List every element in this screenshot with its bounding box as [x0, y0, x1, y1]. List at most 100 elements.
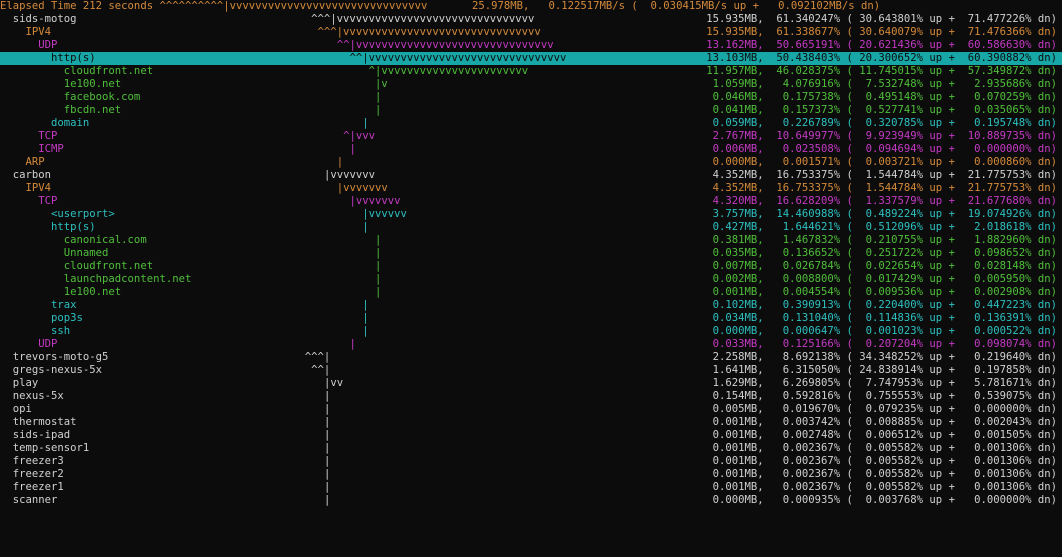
row-stats: 0.381MB, 1.467832% ( 0.210755% up + 1.88… [712, 234, 1057, 246]
row-stats: 0.041MB, 0.157373% ( 0.527741% up + 0.03… [712, 104, 1057, 116]
row-stats: 0.427MB, 1.644621% ( 0.512096% up + 2.01… [712, 221, 1057, 233]
row-usage-bar: ^|vvv [343, 130, 375, 142]
tree-row[interactable]: pop3s | 0.034MB, 0.131040% ( 0.114836% up … [0, 312, 1062, 325]
row-usage-bar: | [323, 403, 331, 415]
tree-row[interactable]: play |vv 1.629MB, 6.269805% ( 7.747953% up… [0, 377, 1062, 390]
row-stats: 0.059MB, 0.226789% ( 0.320785% up + 0.19… [712, 117, 1057, 129]
tree-row[interactable]: UDP | 0.033MB, 0.125166% ( 0.207204% up + … [0, 338, 1062, 351]
row-usage-bar: | [349, 338, 356, 350]
row-usage-bar: |v [375, 78, 388, 90]
tree-row[interactable]: IPV4 |vvvvvvv 4.352MB, 16.753375% ( 1.5447… [0, 182, 1062, 195]
tree-row[interactable]: sids-motog ^^^|vvvvvvvvvvvvvvvvvvvvvvvvvv… [0, 13, 1062, 26]
row-label: freezer2 [0, 468, 64, 480]
row-label: pop3s [0, 312, 83, 324]
row-stats: 0.000MB, 0.001571% ( 0.003721% up + 0.00… [712, 156, 1057, 168]
row-label: canonical.com [0, 234, 147, 246]
row-stats: 2.767MB, 10.649977% ( 9.923949% up + 10.… [712, 130, 1057, 142]
row-label: UDP [0, 39, 58, 51]
row-usage-bar: | [362, 299, 369, 311]
tree-row[interactable]: sids-ipad | 0.001MB, 0.002748% ( 0.006512%… [0, 429, 1062, 442]
tree-row[interactable]: freezer2 | 0.001MB, 0.002367% ( 0.005582% … [0, 468, 1062, 481]
row-stats: 3.757MB, 14.460988% ( 0.489224% up + 19.… [712, 208, 1057, 220]
row-label: http(s) [0, 221, 96, 233]
row-stats: 4.352MB, 16.753375% ( 1.544784% up + 21.… [712, 169, 1057, 181]
row-usage-bar: | [323, 390, 331, 402]
row-label: cloudfront.net [0, 260, 154, 272]
tree-row[interactable]: carbon |vvvvvvv 4.352MB, 16.753375% ( 1.54… [0, 169, 1062, 182]
tree-row[interactable]: temp-sensor1 | 0.001MB, 0.002367% ( 0.0055… [0, 442, 1062, 455]
row-label: Unnamed [0, 247, 109, 259]
tree-row[interactable]: UDP ^^|vvvvvvvvvvvvvvvvvvvvvvvvvvvvvvv 13.… [0, 39, 1062, 52]
tree-row[interactable]: http(s) ^^|vvvvvvvvvvvvvvvvvvvvvvvvvvvvvv… [0, 52, 1062, 65]
row-label: trax [0, 299, 77, 311]
row-stats: 2.258MB, 8.692138% ( 34.348252% up + 0.2… [712, 351, 1057, 363]
tree-row[interactable]: 1e100.net |v 1.059MB, 4.076916% ( 7.532748… [0, 78, 1062, 91]
tree-row[interactable]: TCP |vvvvvvv 4.320MB, 16.628209% ( 1.33757… [0, 195, 1062, 208]
row-label: temp-sensor1 [0, 442, 90, 454]
row-usage-bar: | [323, 494, 331, 506]
row-label: launchpadcontent.net [0, 273, 192, 285]
row-usage-bar: | [349, 143, 356, 155]
row-label: freezer1 [0, 481, 64, 493]
tree-row[interactable]: ICMP | 0.006MB, 0.023508% ( 0.094694% up +… [0, 143, 1062, 156]
tree-row[interactable]: fbcdn.net | 0.041MB, 0.157373% ( 0.527741%… [0, 104, 1062, 117]
row-usage-bar: |vvvvvvv [323, 169, 375, 181]
tree-row[interactable]: cloudfront.net ^|vvvvvvvvvvvvvvvvvvvvvvv 1… [0, 65, 1062, 78]
tree-row[interactable]: thermostat | 0.001MB, 0.003742% ( 0.008885… [0, 416, 1062, 429]
tree-row[interactable]: freezer1 | 0.001MB, 0.002367% ( 0.005582% … [0, 481, 1062, 494]
row-stats: 0.006MB, 0.023508% ( 0.094694% up + 0.00… [712, 143, 1057, 155]
tree-row[interactable]: ARP | 0.000MB, 0.001571% ( 0.003721% up + … [0, 156, 1062, 169]
row-stats: 0.001MB, 0.003742% ( 0.008885% up + 0.00… [712, 416, 1057, 428]
tree-row[interactable]: canonical.com | 0.381MB, 1.467832% ( 0.210… [0, 234, 1062, 247]
row-stats: 0.005MB, 0.019670% ( 0.079235% up + 0.00… [712, 403, 1057, 415]
row-usage-bar: | [362, 117, 369, 129]
row-usage-bar: |vvvvvv [362, 208, 407, 220]
tree-row[interactable]: TCP ^|vvv 2.767MB, 10.649977% ( 9.923949% … [0, 130, 1062, 143]
row-usage-bar: | [336, 156, 344, 168]
row-label: domain [0, 117, 90, 129]
row-usage-bar: | [323, 455, 331, 467]
tree-row[interactable]: ssh | 0.000MB, 0.000647% ( 0.001023% up + … [0, 325, 1062, 338]
row-label: IPV4 [0, 26, 52, 38]
row-stats: 4.320MB, 16.628209% ( 1.337579% up + 21.… [712, 195, 1057, 207]
row-usage-bar: | [323, 442, 331, 454]
row-label: fbcdn.net [0, 104, 122, 116]
row-label: trevors-moto-g5 [0, 351, 109, 363]
row-label: ARP [0, 156, 45, 168]
row-usage-bar: | [323, 416, 331, 428]
tree-row[interactable]: trax | 0.102MB, 0.390913% ( 0.220400% up +… [0, 299, 1062, 312]
row-stats: 0.102MB, 0.390913% ( 0.220400% up + 0.44… [712, 299, 1057, 311]
row-usage-bar: | [375, 260, 382, 272]
row-label: ssh [0, 325, 71, 337]
row-usage-bar: ^|vvvvvvvvvvvvvvvvvvvvvvv [368, 65, 529, 77]
row-stats: 0.001MB, 0.002367% ( 0.005582% up + 0.00… [712, 455, 1057, 467]
tree-row[interactable]: facebook.com | 0.046MB, 0.175738% ( 0.4951… [0, 91, 1062, 104]
tree-row[interactable]: scanner | 0.000MB, 0.000935% ( 0.003768% u… [0, 494, 1062, 507]
row-label: opi [0, 403, 32, 415]
tree-row[interactable]: freezer3 | 0.001MB, 0.002367% ( 0.005582% … [0, 455, 1062, 468]
row-label: TCP [0, 195, 58, 207]
tree-row[interactable]: gregs-nexus-5x ^^| 1.641MB, 6.315050% ( 24… [0, 364, 1062, 377]
row-label: facebook.com [0, 91, 141, 103]
tree-row[interactable]: launchpadcontent.net | 0.002MB, 0.008800% … [0, 273, 1062, 286]
elapsed-header: Elapsed Time 212 seconds ^^^^^^^^^^|vvvv… [0, 0, 881, 12]
row-label: sids-ipad [0, 429, 71, 441]
row-label: 1e100.net [0, 286, 122, 298]
tree-row[interactable]: opi | 0.005MB, 0.019670% ( 0.079235% up + … [0, 403, 1062, 416]
tree-row[interactable]: 1e100.net | 0.001MB, 0.004554% ( 0.009536%… [0, 286, 1062, 299]
row-stats: 0.001MB, 0.002367% ( 0.005582% up + 0.00… [712, 468, 1057, 480]
row-usage-bar: |vvvvvvv [349, 195, 401, 207]
tree-row[interactable]: <userport> |vvvvvv 3.757MB, 14.460988% ( 0… [0, 208, 1062, 221]
tree-row[interactable]: cloudfront.net | 0.007MB, 0.026784% ( 0.02… [0, 260, 1062, 273]
terminal-window: Elapsed Time 212 seconds ^^^^^^^^^^|vvvv… [0, 0, 1062, 557]
traffic-tree: sids-motog ^^^|vvvvvvvvvvvvvvvvvvvvvvvvvv… [0, 13, 1062, 507]
row-stats: 13.103MB, 50.438403% ( 20.300652% up + 6… [706, 52, 1057, 64]
tree-row[interactable]: IPV4 ^^^|vvvvvvvvvvvvvvvvvvvvvvvvvvvvvvv 1… [0, 26, 1062, 39]
tree-row[interactable]: Unnamed | 0.035MB, 0.136652% ( 0.251722% u… [0, 247, 1062, 260]
tree-row[interactable]: domain | 0.059MB, 0.226789% ( 0.320785% up… [0, 117, 1062, 130]
tree-row[interactable]: http(s) | 0.427MB, 1.644621% ( 0.512096% u… [0, 221, 1062, 234]
row-label: freezer3 [0, 455, 64, 467]
tree-row[interactable]: nexus-5x | 0.154MB, 0.592816% ( 0.755553% … [0, 390, 1062, 403]
row-usage-bar: | [375, 234, 382, 246]
tree-row[interactable]: trevors-moto-g5 ^^^| 2.258MB, 8.692138% ( … [0, 351, 1062, 364]
